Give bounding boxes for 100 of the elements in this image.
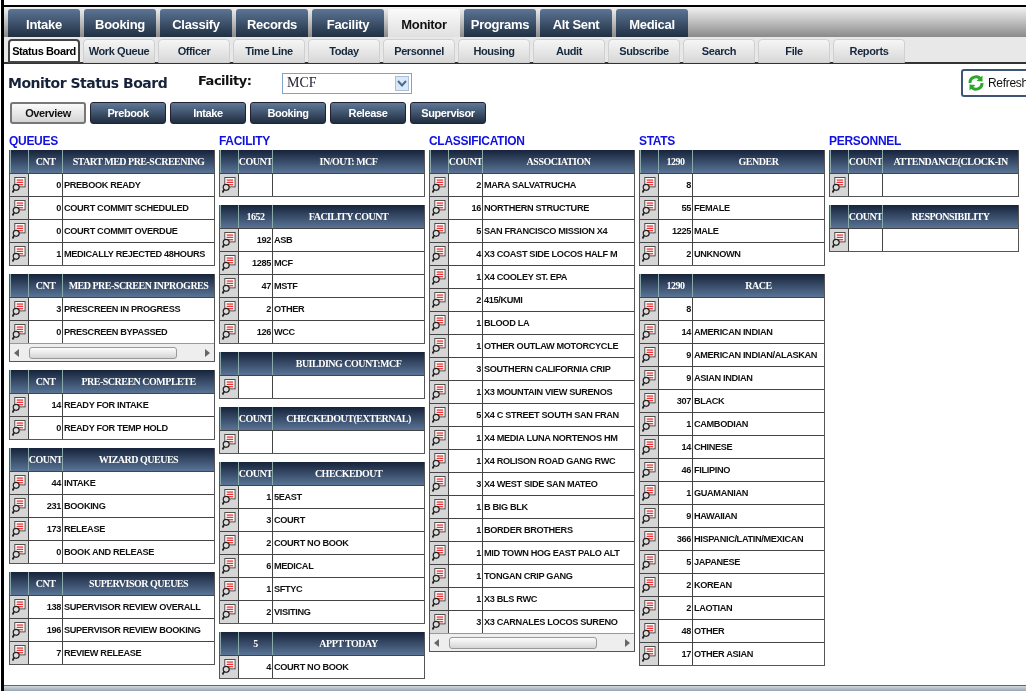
list-magnifier-icon[interactable] [432,499,446,515]
view-button[interactable]: Supervisor [410,102,486,124]
sub-tab[interactable]: Audit [533,39,605,63]
list-magnifier-icon[interactable] [222,434,236,450]
list-magnifier-icon[interactable] [432,200,446,216]
list-magnifier-icon[interactable] [222,379,236,395]
list-magnifier-icon[interactable] [642,347,656,363]
list-magnifier-icon[interactable] [432,522,446,538]
list-magnifier-icon[interactable] [432,246,446,262]
list-magnifier-icon[interactable] [642,531,656,547]
list-magnifier-icon[interactable] [642,462,656,478]
list-magnifier-icon[interactable] [432,453,446,469]
list-magnifier-icon[interactable] [12,397,26,413]
list-magnifier-icon[interactable] [642,416,656,432]
sub-tab[interactable]: File [758,39,830,63]
view-button[interactable]: Intake [170,102,246,124]
nav-tab[interactable]: Alt Sent [540,9,612,39]
list-magnifier-icon[interactable] [432,476,446,492]
view-button[interactable]: Release [330,102,406,124]
sub-tab[interactable]: Reports [833,39,905,63]
sub-tab[interactable]: Personnel [383,39,455,63]
nav-tab[interactable]: Programs [464,9,536,39]
list-magnifier-icon[interactable] [12,521,26,537]
list-magnifier-icon[interactable] [432,568,446,584]
list-magnifier-icon[interactable] [432,614,446,630]
list-magnifier-icon[interactable] [642,646,656,662]
list-magnifier-icon[interactable] [432,315,446,331]
list-magnifier-icon[interactable] [222,489,236,505]
nav-tab[interactable]: Booking [84,9,156,39]
horizontal-scrollbar[interactable] [10,343,214,361]
scroll-right-icon[interactable] [205,348,210,357]
list-magnifier-icon[interactable] [642,577,656,593]
list-magnifier-icon[interactable] [12,622,26,638]
list-magnifier-icon[interactable] [432,269,446,285]
sub-tab[interactable]: Search [683,39,755,63]
list-magnifier-icon[interactable] [432,292,446,308]
list-magnifier-icon[interactable] [642,223,656,239]
nav-tab[interactable]: Intake [8,9,80,39]
sub-tab[interactable]: Housing [458,39,530,63]
list-magnifier-icon[interactable] [432,430,446,446]
list-magnifier-icon[interactable] [222,604,236,620]
nav-tab[interactable]: Records [236,9,308,39]
scroll-left-icon[interactable] [434,638,439,647]
list-magnifier-icon[interactable] [642,246,656,262]
list-magnifier-icon[interactable] [642,554,656,570]
list-magnifier-icon[interactable] [432,591,446,607]
list-magnifier-icon[interactable] [12,177,26,193]
nav-tab[interactable]: Classify [160,9,232,39]
list-magnifier-icon[interactable] [222,558,236,574]
list-magnifier-icon[interactable] [12,200,26,216]
list-magnifier-icon[interactable] [642,600,656,616]
view-button[interactable]: Booking [250,102,326,124]
nav-tab[interactable]: Medical [616,9,688,39]
list-magnifier-icon[interactable] [12,223,26,239]
scroll-right-icon[interactable] [625,638,630,647]
nav-tab[interactable]: Facility [312,9,384,39]
list-magnifier-icon[interactable] [642,301,656,317]
list-magnifier-icon[interactable] [12,475,26,491]
sub-tab[interactable]: Status Board [8,39,80,63]
list-magnifier-icon[interactable] [642,439,656,455]
list-magnifier-icon[interactable] [222,232,236,248]
list-magnifier-icon[interactable] [432,361,446,377]
list-magnifier-icon[interactable] [432,545,446,561]
list-magnifier-icon[interactable] [12,301,26,317]
list-magnifier-icon[interactable] [642,200,656,216]
list-magnifier-icon[interactable] [222,177,236,193]
list-magnifier-icon[interactable] [222,255,236,271]
list-magnifier-icon[interactable] [12,324,26,340]
list-magnifier-icon[interactable] [432,223,446,239]
list-magnifier-icon[interactable] [432,407,446,423]
horizontal-scrollbar[interactable] [430,633,634,651]
view-button[interactable]: Prebook [90,102,166,124]
list-magnifier-icon[interactable] [432,384,446,400]
list-magnifier-icon[interactable] [12,599,26,615]
list-magnifier-icon[interactable] [222,278,236,294]
list-magnifier-icon[interactable] [12,645,26,661]
scroll-left-icon[interactable] [14,348,19,357]
list-magnifier-icon[interactable] [12,420,26,436]
list-magnifier-icon[interactable] [642,324,656,340]
list-magnifier-icon[interactable] [12,544,26,560]
list-magnifier-icon[interactable] [642,177,656,193]
sub-tab[interactable]: Officer [158,39,230,63]
list-magnifier-icon[interactable] [222,659,236,675]
list-magnifier-icon[interactable] [642,623,656,639]
list-magnifier-icon[interactable] [432,177,446,193]
list-magnifier-icon[interactable] [642,370,656,386]
sub-tab[interactable]: Today [308,39,380,63]
sub-tab[interactable]: Time Line [233,39,305,63]
list-magnifier-icon[interactable] [222,512,236,528]
list-magnifier-icon[interactable] [642,485,656,501]
list-magnifier-icon[interactable] [222,301,236,317]
list-magnifier-icon[interactable] [12,246,26,262]
list-magnifier-icon[interactable] [642,508,656,524]
list-magnifier-icon[interactable] [832,177,846,193]
sub-tab[interactable]: Subscribe [608,39,680,63]
list-magnifier-icon[interactable] [642,393,656,409]
view-button[interactable]: Overview [10,102,86,124]
list-magnifier-icon[interactable] [432,338,446,354]
sub-tab[interactable]: Work Queue [83,39,155,63]
list-magnifier-icon[interactable] [222,535,236,551]
